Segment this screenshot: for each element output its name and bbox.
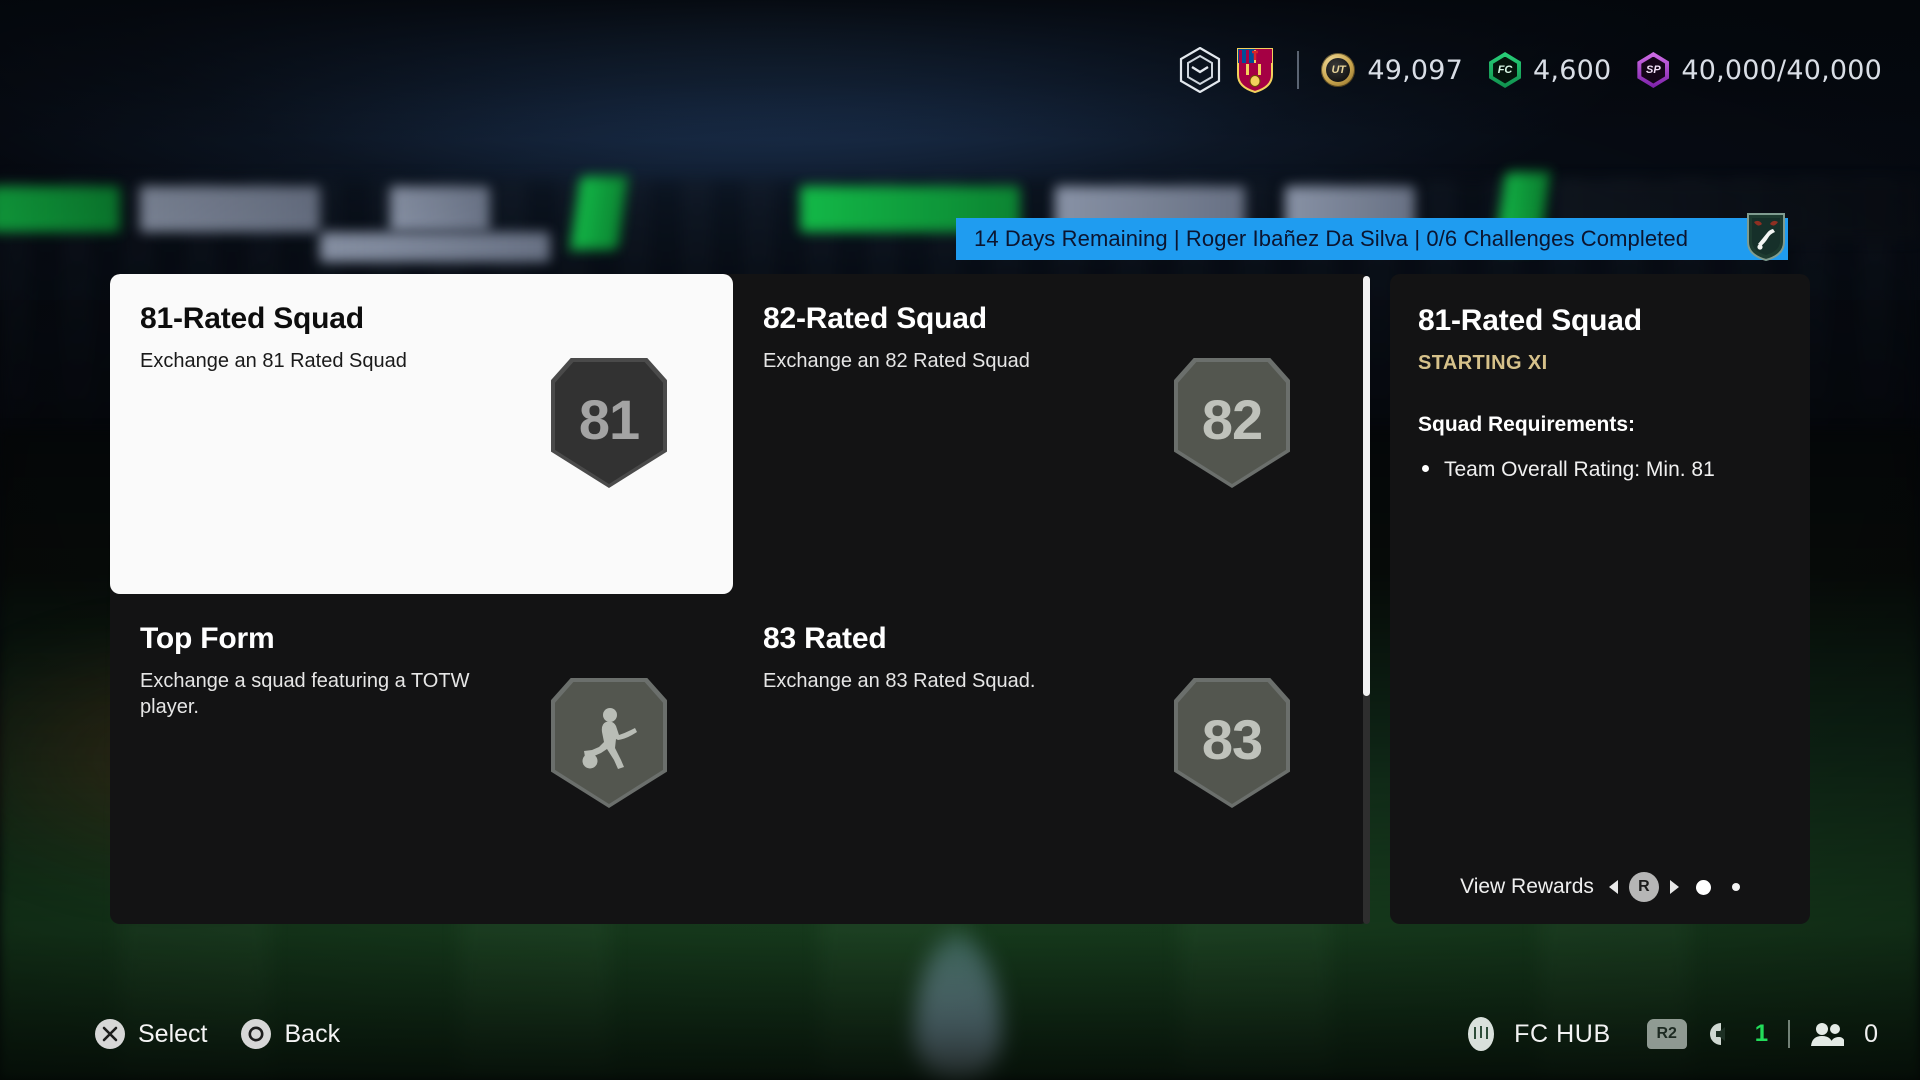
currency-coins[interactable]: UT 49,097 <box>1321 53 1463 87</box>
challenge-banner-text: 14 Days Remaining | Roger Ibañez Da Silv… <box>974 226 1689 251</box>
status-divider <box>1788 1020 1791 1048</box>
back-label: Back <box>284 1019 341 1048</box>
detail-requirements-heading: Squad Requirements: <box>1418 413 1636 436</box>
rating-shield-icon: 82 <box>1174 358 1290 488</box>
requirement-item: Team Overall Rating: Min. 81 <box>1418 455 1782 484</box>
card-subtitle: Exchange an 81 Rated Squad <box>140 350 407 372</box>
season-points-icon: SP <box>1637 52 1670 88</box>
view-rewards-control[interactable]: View Rewards R <box>1390 872 1810 902</box>
volume-icon[interactable] <box>1707 1020 1735 1048</box>
card-subtitle: Exchange an 83 Rated Squad. <box>763 670 1036 692</box>
card-title: 81-Rated Squad <box>140 302 364 335</box>
exchange-card-top-form[interactable]: Top Form Exchange a squad featuring a TO… <box>110 594 733 914</box>
detail-requirements-list: Team Overall Rating: Min. 81 <box>1418 455 1782 484</box>
back-action[interactable]: Back <box>241 1019 340 1049</box>
view-rewards-label: View Rewards <box>1460 875 1594 898</box>
season-points-value: 40,000/40,000 <box>1681 54 1882 86</box>
currency-season-points[interactable]: SP 40,000/40,000 <box>1637 52 1882 88</box>
topbar-badges <box>1179 47 1297 94</box>
player-shield-icon <box>551 678 667 808</box>
challenge-detail-panel: 81-Rated Squad STARTING XI Squad Require… <box>1390 274 1810 924</box>
card-title: Top Form <box>140 622 275 655</box>
coins-value: 49,097 <box>1367 54 1464 86</box>
exchange-card-83-rated[interactable]: 83 Rated Exchange an 83 Rated Squad. 83 <box>733 594 1356 914</box>
select-label: Select <box>138 1019 208 1048</box>
card-subtitle: Exchange a squad featuring a TOTW player… <box>140 670 470 719</box>
r-button-icon[interactable]: R <box>1628 872 1659 902</box>
exchange-card-81-rated-squad[interactable]: 81-Rated Squad Exchange an 81 Rated Squa… <box>110 274 733 594</box>
bottom-right-status: FC HUB R2 1 0 <box>1468 1017 1878 1051</box>
exchange-card-grid: 81-Rated Squad Exchange an 81 Rated Squa… <box>110 274 1370 924</box>
friends-icon[interactable] <box>1810 1021 1847 1047</box>
rating-shield-value: 81 <box>578 387 640 451</box>
rating-shield-value: 83 <box>1201 707 1263 771</box>
r2-shortcut-icon[interactable]: R2 <box>1646 1019 1687 1049</box>
coins-icon-label: UT <box>1326 58 1351 82</box>
fc-points-icon: FC <box>1489 52 1522 88</box>
card-subtitle: Exchange an 82 Rated Squad <box>763 350 1030 372</box>
card-title: 82-Rated Squad <box>763 302 987 335</box>
bottom-left-actions: Select Back <box>95 1019 340 1049</box>
card-list-scrollbar[interactable] <box>1363 276 1370 924</box>
club-crest-icon <box>1235 47 1275 94</box>
ultimate-team-hex-icon <box>1179 47 1221 93</box>
bottom-action-bar: Select Back FC HUB R2 1 0 <box>0 988 1920 1080</box>
rating-shield-value: 82 <box>1201 387 1263 451</box>
page-dot-active[interactable] <box>1695 879 1711 895</box>
detail-title: 81-Rated Squad <box>1418 304 1642 337</box>
topbar-divider <box>1297 51 1300 89</box>
rating-shield-icon: 83 <box>1174 678 1290 808</box>
playstation-logo-icon <box>1468 1017 1495 1051</box>
fc-points-icon-label: FC <box>1493 56 1518 84</box>
scrollbar-thumb[interactable] <box>1363 276 1370 696</box>
coins-icon: UT <box>1321 53 1356 87</box>
fc-points-value: 4,600 <box>1533 54 1612 86</box>
friends-count: 0 <box>1864 1019 1878 1048</box>
challenge-banner[interactable]: 14 Days Remaining | Roger Ibañez Da Silv… <box>956 218 1788 260</box>
page-dot[interactable] <box>1731 883 1740 891</box>
chevron-right-icon[interactable] <box>1669 880 1679 894</box>
cross-button-icon <box>95 1019 125 1049</box>
top-status-bar: UT 49,097 FC 4,600 SP 40,000/40,000 <box>1179 44 1882 96</box>
circle-button-icon <box>241 1019 272 1049</box>
banner-crest-icon <box>1746 212 1786 262</box>
footballer-glyph-icon <box>582 708 637 769</box>
season-points-icon-label: SP <box>1641 56 1666 84</box>
currency-fc-points[interactable]: FC 4,600 <box>1489 52 1611 88</box>
chevron-left-icon[interactable] <box>1608 880 1618 894</box>
card-title: 83 Rated <box>763 622 887 655</box>
rating-shield-icon: 81 <box>551 358 667 488</box>
select-action[interactable]: Select <box>95 1019 207 1049</box>
volume-level: 1 <box>1754 1020 1769 1047</box>
exchange-card-82-rated-squad[interactable]: 82-Rated Squad Exchange an 82 Rated Squa… <box>733 274 1356 594</box>
fc-hub-label: FC HUB <box>1514 1019 1611 1048</box>
detail-subtitle: STARTING XI <box>1418 352 1548 374</box>
